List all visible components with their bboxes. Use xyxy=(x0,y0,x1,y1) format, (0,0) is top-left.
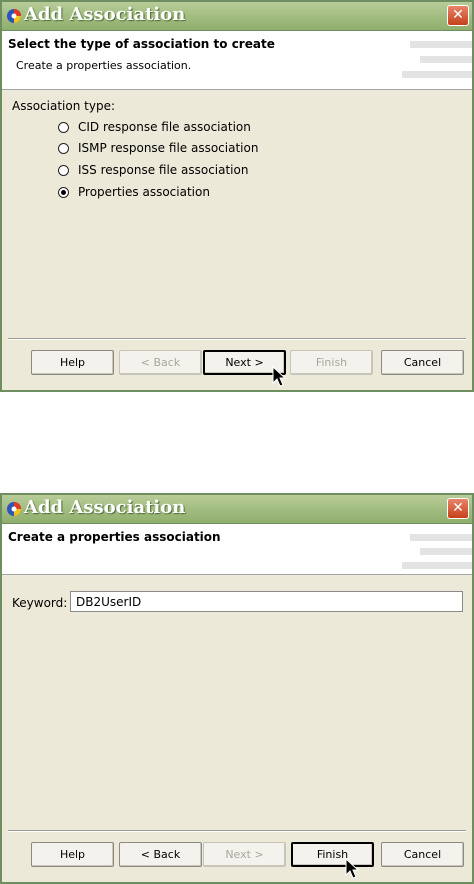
app-icon xyxy=(7,502,21,516)
option-ismp[interactable]: ISMP response file association xyxy=(58,139,258,157)
back-button[interactable]: < Back xyxy=(119,842,202,867)
add-association-dialog-step1: Add Association ✕ Select the type of ass… xyxy=(0,0,474,392)
option-properties[interactable]: Properties association xyxy=(58,183,210,201)
header-subtitle: Create a properties association. xyxy=(16,59,192,72)
help-button[interactable]: Help xyxy=(31,350,114,375)
option-label: Properties association xyxy=(78,185,210,199)
radio-button[interactable] xyxy=(58,121,69,133)
option-iss[interactable]: ISS response file association xyxy=(58,161,248,179)
header-title: Create a properties association xyxy=(8,530,221,544)
help-button[interactable]: Help xyxy=(31,842,114,867)
close-icon: ✕ xyxy=(452,500,464,516)
cancel-button[interactable]: Cancel xyxy=(381,350,464,375)
wizard-header: Create a properties association xyxy=(2,524,472,575)
radio-button-selected[interactable] xyxy=(58,186,69,198)
header-title: Select the type of association to create xyxy=(8,37,275,51)
option-label: ISMP response file association xyxy=(78,141,259,155)
title-bar[interactable]: Add Association ✕ xyxy=(2,495,472,524)
close-button[interactable]: ✕ xyxy=(447,498,469,519)
cancel-button[interactable]: Cancel xyxy=(381,842,464,867)
banner-graphic xyxy=(402,534,472,574)
radio-button[interactable] xyxy=(58,164,69,176)
option-cid[interactable]: CID response file association xyxy=(58,118,251,136)
next-button[interactable]: Next > xyxy=(203,842,286,867)
add-association-dialog-step2: Add Association ✕ Create a properties as… xyxy=(0,493,474,884)
wizard-header: Select the type of association to create… xyxy=(2,31,472,90)
button-separator xyxy=(8,830,466,832)
finish-button[interactable]: Finish xyxy=(290,350,373,375)
association-type-label: Association type: xyxy=(12,99,115,113)
keyword-label: Keyword: xyxy=(12,596,68,610)
back-button[interactable]: < Back xyxy=(119,350,202,375)
radio-button[interactable] xyxy=(58,142,69,154)
mouse-cursor-icon xyxy=(345,858,359,879)
mouse-cursor-icon xyxy=(272,366,286,387)
keyword-input[interactable] xyxy=(70,591,463,612)
close-icon: ✕ xyxy=(452,7,464,23)
window-title: Add Association xyxy=(24,497,186,518)
title-bar[interactable]: Add Association ✕ xyxy=(2,2,472,31)
close-button[interactable]: ✕ xyxy=(447,5,469,26)
button-separator xyxy=(8,338,466,340)
window-title: Add Association xyxy=(24,4,186,25)
option-label: ISS response file association xyxy=(78,163,249,177)
finish-button[interactable]: Finish xyxy=(291,842,374,867)
option-label: CID response file association xyxy=(78,120,251,134)
banner-graphic xyxy=(402,41,472,86)
app-icon xyxy=(7,9,21,23)
